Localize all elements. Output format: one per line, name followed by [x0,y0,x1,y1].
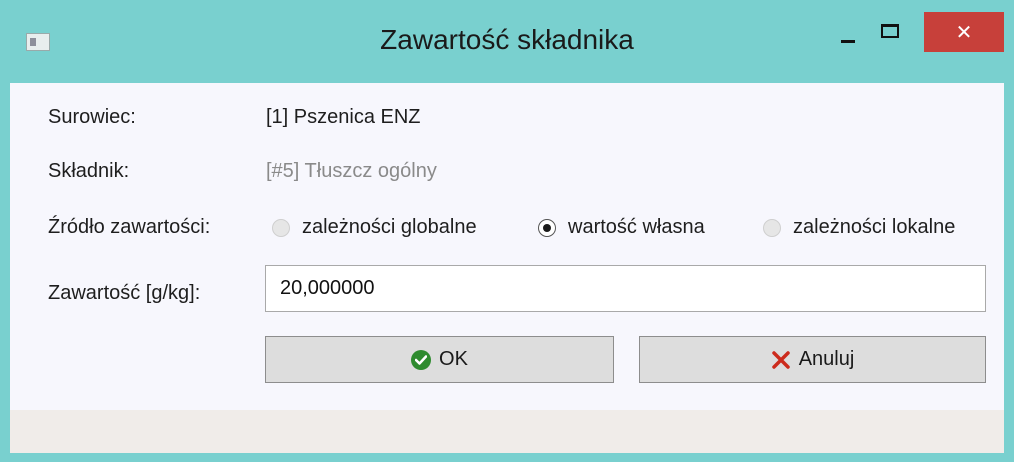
minimize-button[interactable] [839,24,867,52]
title-bar[interactable]: Zawartość składnika ✕ [0,0,1014,83]
zrodlo-label: Źródło zawartości: [48,216,211,238]
zawartosc-label: Zawartość [g/kg]: [48,282,201,304]
cancel-button[interactable]: Anuluj [639,336,986,383]
radio-circle-selected[interactable] [538,218,556,237]
maximize-button[interactable] [877,18,907,44]
surowiec-label: Surowiec: [48,106,136,128]
skladnik-value: [#5] Tłuszcz ogólny [266,160,437,182]
radio-circle[interactable] [763,218,781,237]
skladnik-label: Składnik: [48,160,130,182]
dialog-footer [10,410,1004,453]
radio-zaleznosci-lokalne[interactable]: zależności lokalne [763,216,955,239]
radio-circle[interactable] [272,218,290,237]
zawartosc-input-value: 20,000000 [280,277,375,299]
dialog-window: Zawartość składnika ✕ Surowiec: [1] Psze… [0,0,1014,462]
close-icon: ✕ [955,21,973,44]
cancel-label: Anuluj [798,348,855,370]
ok-label: OK [439,348,468,370]
radio-wartosc-wlasna[interactable]: wartość własna [538,216,705,239]
zawartosc-input[interactable]: 20,000000 [265,265,986,312]
radio-label: zależności lokalne [793,216,956,238]
surowiec-value: [1] Pszenica ENZ [266,106,421,128]
close-button[interactable]: ✕ [924,12,1004,52]
check-circle-icon [411,349,432,370]
radio-label: zależności globalne [302,216,477,238]
radio-zaleznosci-globalne[interactable]: zależności globalne [272,216,477,239]
radio-label: wartość własna [568,216,705,238]
x-icon [771,350,791,370]
ok-button[interactable]: OK [265,336,614,383]
